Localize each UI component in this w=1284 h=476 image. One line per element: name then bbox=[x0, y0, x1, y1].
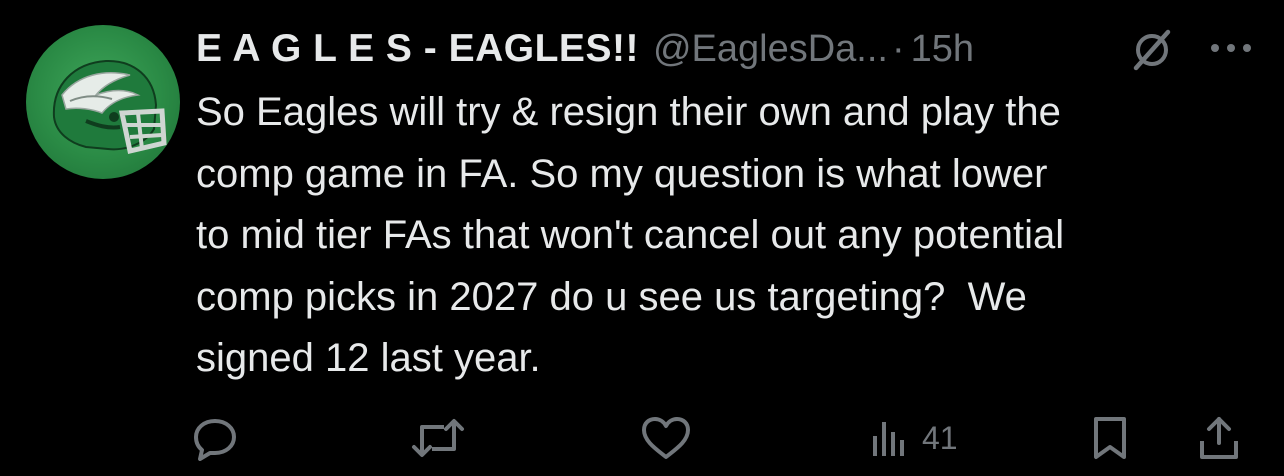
more-dots-icon[interactable] bbox=[1208, 38, 1254, 58]
timestamp[interactable]: 15h bbox=[911, 28, 974, 71]
reply-button[interactable] bbox=[192, 410, 238, 466]
tweet[interactable]: E A G L E S - EAGLES!! @EaglesDa... · 15… bbox=[0, 0, 1284, 476]
avatar[interactable] bbox=[26, 25, 180, 179]
display-name[interactable]: E A G L E S - EAGLES!! bbox=[196, 27, 639, 71]
share-button[interactable] bbox=[1196, 410, 1242, 466]
eagles-helmet-icon bbox=[52, 59, 167, 155]
share-icon bbox=[1200, 417, 1238, 459]
tweet-header: E A G L E S - EAGLES!! @EaglesDa... · 15… bbox=[196, 24, 974, 74]
retweet-icon bbox=[412, 419, 464, 457]
grok-slash-icon[interactable] bbox=[1130, 28, 1174, 72]
tweet-text: So Eagles will try & resign their own an… bbox=[196, 90, 1065, 380]
reply-icon bbox=[194, 419, 236, 461]
handle[interactable]: @EaglesDa... bbox=[653, 28, 888, 71]
bookmark-icon bbox=[1094, 417, 1126, 459]
views-count: 41 bbox=[922, 419, 958, 456]
bookmark-button[interactable] bbox=[1090, 410, 1130, 466]
action-bar: 41 bbox=[0, 410, 1284, 466]
like-button[interactable] bbox=[640, 410, 692, 466]
views-bar-chart-icon bbox=[873, 422, 904, 456]
separator: · bbox=[891, 27, 905, 70]
retweet-button[interactable] bbox=[410, 410, 466, 466]
views-button[interactable]: 41 bbox=[870, 410, 958, 466]
heart-icon bbox=[642, 417, 690, 459]
